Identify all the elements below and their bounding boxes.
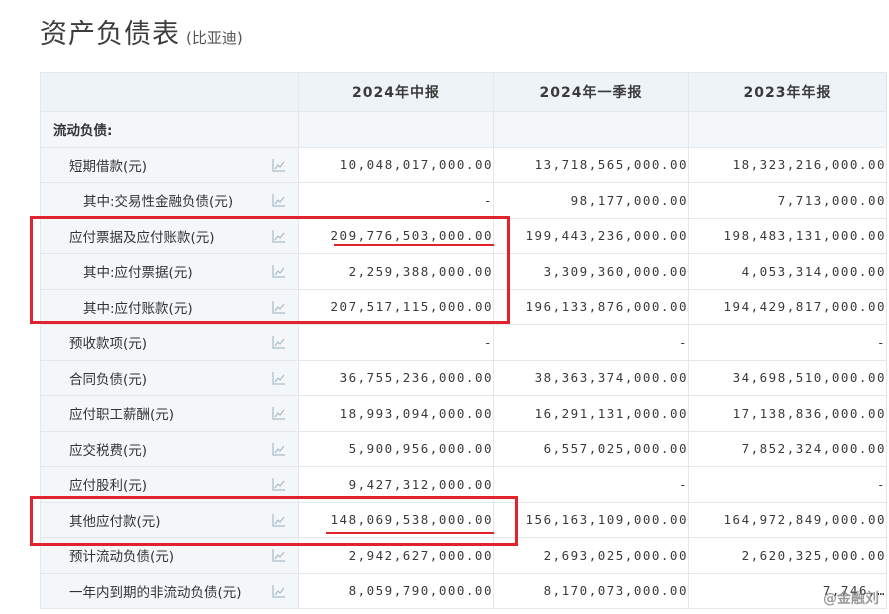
value-cell: 198,483,131,000.00 bbox=[688, 217, 887, 254]
value-cell: 34,698,510,000.00 bbox=[688, 359, 887, 396]
row-label-text: 其他应付款(元) bbox=[69, 513, 161, 530]
page-title: 资产负债表 (比亚迪) bbox=[40, 12, 243, 51]
row-label-text: 应付票据及应付账款(元) bbox=[69, 229, 215, 246]
row-label: 应交税费(元) bbox=[40, 430, 299, 467]
balance-sheet-table: 2024年中报 2024年一季报 2023年年报 流动负债: 短期借款(元) 10… bbox=[40, 72, 887, 609]
value-cell: 17,138,836,000.00 bbox=[688, 395, 887, 432]
value-cell: 18,993,094,000.00 bbox=[298, 395, 494, 432]
value-cell: 209,776,503,000.00 bbox=[298, 217, 494, 254]
row-label-text: 合同负债(元) bbox=[69, 371, 148, 388]
value-cell: 196,133,876,000.00 bbox=[493, 288, 689, 325]
value-cell: - bbox=[493, 324, 689, 361]
value-cell: 199,443,236,000.00 bbox=[493, 217, 689, 254]
value-cell: 164,972,849,000.00 bbox=[688, 501, 887, 538]
row-label: 其他应付款(元) bbox=[40, 501, 299, 538]
value-cell: - bbox=[493, 466, 689, 503]
value-cell: 98,177,000.00 bbox=[493, 182, 689, 219]
page-title-text: 资产负债表 bbox=[40, 19, 180, 50]
row-label: 一年内到期的非流动负债(元) bbox=[40, 572, 299, 609]
value-cell: 207,517,115,000.00 bbox=[298, 288, 494, 325]
row-label: 其中:交易性金融负债(元) bbox=[40, 182, 299, 219]
value-cell: 2,693,025,000.00 bbox=[493, 537, 689, 574]
row-label: 应付票据及应付账款(元) bbox=[40, 217, 299, 254]
row-label: 其中:应付票据(元) bbox=[40, 253, 299, 290]
table-row: 其他应付款(元) 148,069,538,000.00 156,163,109,00… bbox=[40, 501, 887, 538]
value-cell: 18,323,216,000.00 bbox=[688, 146, 887, 183]
table-row: 预计流动负债(元) 2,942,627,000.00 2,693,025,000.0… bbox=[40, 537, 887, 574]
value-cell: - bbox=[688, 466, 887, 503]
table-header-row: 2024年中报 2024年一季报 2023年年报 bbox=[40, 72, 887, 112]
value-cell: 8,170,073,000.00 bbox=[493, 572, 689, 609]
value-cell: - bbox=[298, 324, 494, 361]
value-cell: 7,713,000.00 bbox=[688, 182, 887, 219]
row-label: 其中:应付账款(元) bbox=[40, 288, 299, 325]
value-cell: 194,429,817,000.00 bbox=[688, 288, 887, 325]
row-label: 预收款项(元) bbox=[40, 324, 299, 361]
value-cell: - bbox=[688, 324, 887, 361]
value-cell: 2,259,388,000.00 bbox=[298, 253, 494, 290]
value-cell: 4,053,314,000.00 bbox=[688, 253, 887, 290]
table-row: 预收款项(元) - - - bbox=[40, 324, 887, 361]
table-row: 应交税费(元) 5,900,956,000.00 6,557,025,000.00 7… bbox=[40, 430, 887, 467]
table-row: 应付股利(元) 9,427,312,000.00- - bbox=[40, 466, 887, 503]
header-2023-annual[interactable]: 2023年年报 bbox=[688, 72, 887, 112]
table-row: 其中:应付票据(元) 2,259,388,000.00 3,309,360,000.… bbox=[40, 253, 887, 290]
section-blank-cell bbox=[493, 111, 689, 148]
value-cell: 36,755,236,000.00 bbox=[298, 359, 494, 396]
row-label: 预计流动负债(元) bbox=[40, 537, 299, 574]
row-label-text: 预计流动负债(元) bbox=[69, 549, 175, 566]
value-cell: 13,718,565,000.00 bbox=[493, 146, 689, 183]
value-cell: 148,069,538,000.00 bbox=[298, 501, 494, 538]
row-label-text: 应付职工薪酬(元) bbox=[69, 407, 175, 424]
table-row: 其中:交易性金融负债(元) -98,177,000.00 7,713,000.00 bbox=[40, 182, 887, 219]
section-label: 流动负债: bbox=[40, 111, 299, 148]
row-label-text: 预收款项(元) bbox=[69, 336, 148, 353]
table-row: 合同负债(元) 36,755,236,000.00 38,363,374,000.0… bbox=[40, 359, 887, 396]
header-2024-q1[interactable]: 2024年一季报 bbox=[493, 72, 689, 112]
value-cell: 2,620,325,000.00 bbox=[688, 537, 887, 574]
value-cell: 3,309,360,000.00 bbox=[493, 253, 689, 290]
value-cell: 9,427,312,000.00 bbox=[298, 466, 494, 503]
row-label-text: 其中:应付票据(元) bbox=[83, 265, 193, 282]
section-blank-cell bbox=[688, 111, 887, 148]
page: 资产负债表 (比亚迪) 2024年中报 2024年一季报 2023年年报 流动负债… bbox=[0, 0, 889, 614]
table-row: 应付票据及应付账款(元) 209,776,503,000.00 199,443,23… bbox=[40, 217, 887, 254]
row-label: 合同负债(元) bbox=[40, 359, 299, 396]
table-row: 短期借款(元) 10,048,017,000.00 13,718,565,000.0… bbox=[40, 146, 887, 183]
value-cell: 7,852,324,000.00 bbox=[688, 430, 887, 467]
row-label-text: 应付股利(元) bbox=[69, 478, 148, 495]
section-label-text: 流动负债: bbox=[53, 123, 113, 140]
value-cell: 10,048,017,000.00 bbox=[298, 146, 494, 183]
row-label-text: 一年内到期的非流动负债(元) bbox=[69, 584, 242, 601]
section-row: 流动负债: bbox=[40, 111, 887, 148]
table-row: 其中:应付账款(元) 207,517,115,000.00 196,133,876,… bbox=[40, 288, 887, 325]
watermark: @金融刘 bbox=[823, 591, 879, 607]
value-cell: 156,163,109,000.00 bbox=[493, 501, 689, 538]
row-label: 应付股利(元) bbox=[40, 466, 299, 503]
value-cell: 6,557,025,000.00 bbox=[493, 430, 689, 467]
row-label-text: 其中:应付账款(元) bbox=[83, 300, 193, 317]
table-row: 应付职工薪酬(元) 18,993,094,000.00 16,291,131,000… bbox=[40, 395, 887, 432]
row-label-text: 应交税费(元) bbox=[69, 442, 148, 459]
section-blank-cell bbox=[298, 111, 494, 148]
header-2024-h1[interactable]: 2024年中报 bbox=[298, 72, 494, 112]
value-cell: 16,291,131,000.00 bbox=[493, 395, 689, 432]
value-cell: 2,942,627,000.00 bbox=[298, 537, 494, 574]
row-label: 应付职工薪酬(元) bbox=[40, 395, 299, 432]
value-cell: 8,059,790,000.00 bbox=[298, 572, 494, 609]
header-label-col bbox=[40, 72, 299, 112]
value-cell: 5,900,956,000.00 bbox=[298, 430, 494, 467]
page-subtitle: (比亚迪) bbox=[186, 29, 243, 47]
table-row: 一年内到期的非流动负债(元) 8,059,790,000.00 8,170,073,… bbox=[40, 572, 887, 609]
row-label-text: 短期借款(元) bbox=[69, 158, 148, 175]
row-label: 短期借款(元) bbox=[40, 146, 299, 183]
value-cell: - bbox=[298, 182, 494, 219]
value-cell: 38,363,374,000.00 bbox=[493, 359, 689, 396]
row-label-text: 其中:交易性金融负债(元) bbox=[83, 194, 234, 211]
